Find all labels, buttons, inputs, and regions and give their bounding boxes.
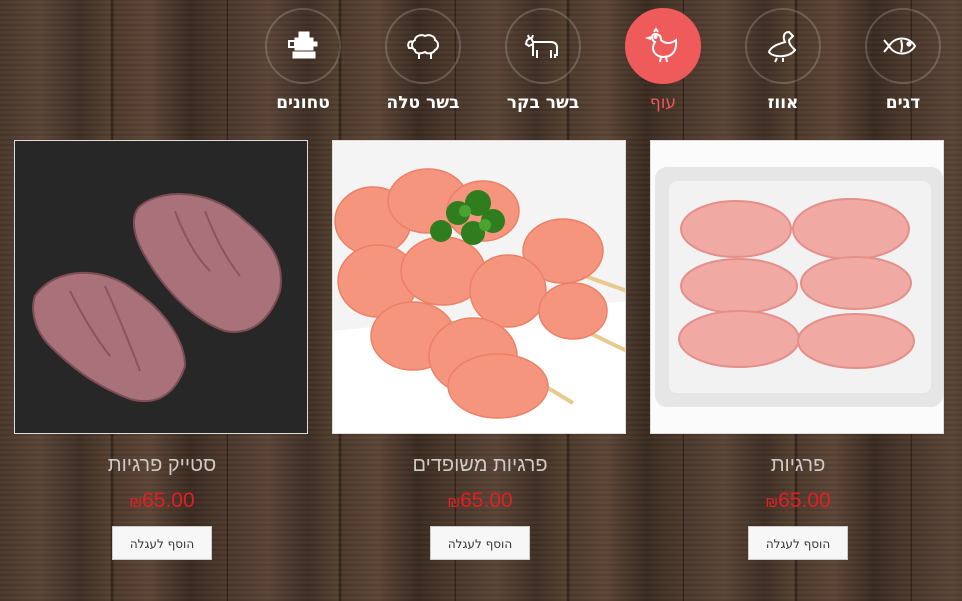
category-beef[interactable]: בשר בקר (483, 8, 603, 113)
goose-icon (745, 8, 821, 84)
category-label: עוף (649, 93, 677, 113)
product-image[interactable] (332, 140, 626, 434)
product-name[interactable]: פרגיות משופדים (332, 454, 628, 477)
category-label: דגים (885, 93, 921, 113)
category-goose[interactable]: אווז (723, 8, 843, 113)
fish-icon (865, 8, 941, 84)
category-nav: דגים אווז עוף בשר בקר בשר טלה טחונים (0, 8, 962, 123)
product-price: ₪65.00 (332, 489, 628, 513)
sheep-icon (385, 8, 461, 84)
add-to-cart-button[interactable]: הוסף לעגלה (112, 526, 212, 560)
product-card: פרגיות ₪65.00 הוסף לעגלה (650, 140, 946, 560)
category-fish[interactable]: דגים (843, 8, 962, 113)
category-lamb[interactable]: בשר טלה (363, 8, 483, 113)
product-card: פרגיות משופדים ₪65.00 הוסף לעגלה (332, 140, 628, 560)
currency-symbol: ₪ (129, 494, 143, 511)
category-ground-meat[interactable]: טחונים (243, 8, 363, 113)
category-chicken[interactable]: עוף (603, 8, 723, 113)
price-value: 65.00 (142, 489, 195, 512)
currency-symbol: ₪ (447, 494, 461, 511)
product-name[interactable]: סטייק פרגיות (14, 454, 310, 477)
category-label: טחונים (276, 93, 330, 113)
category-label: אווז (767, 93, 799, 113)
product-image[interactable] (650, 140, 944, 434)
category-label: בשר בקר (506, 93, 580, 113)
chicken-icon (625, 8, 701, 84)
cow-icon (505, 8, 581, 84)
product-name[interactable]: פרגיות (650, 454, 946, 477)
product-price: ₪65.00 (14, 489, 310, 513)
price-value: 65.00 (778, 489, 831, 512)
product-card: סטייק פרגיות ₪65.00 הוסף לעגלה (14, 140, 310, 560)
category-label: בשר טלה (386, 93, 460, 113)
currency-symbol: ₪ (765, 494, 779, 511)
product-image[interactable] (14, 140, 308, 434)
price-value: 65.00 (460, 489, 513, 512)
meat-grinder-icon (265, 8, 341, 84)
product-price: ₪65.00 (650, 489, 946, 513)
add-to-cart-button[interactable]: הוסף לעגלה (430, 526, 530, 560)
add-to-cart-button[interactable]: הוסף לעגלה (748, 526, 848, 560)
